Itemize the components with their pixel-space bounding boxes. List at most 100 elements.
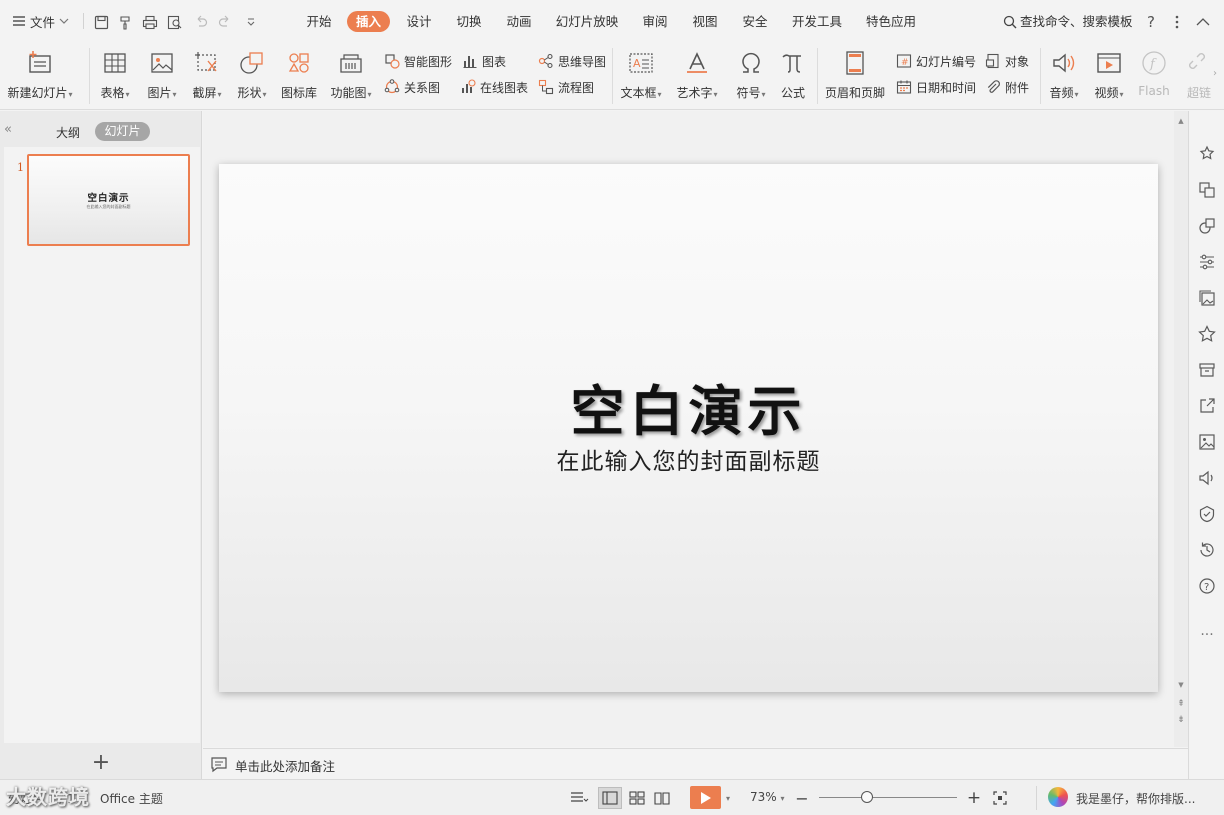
scroll-up-icon[interactable]: ▲ [1174, 117, 1188, 125]
more-options-icon[interactable]: ··· [1197, 625, 1217, 645]
table-icon [100, 48, 130, 78]
format-painter-icon[interactable] [116, 13, 134, 31]
smart-shape-button[interactable]: 智能图形 [384, 52, 452, 70]
shield-icon[interactable] [1197, 504, 1217, 524]
tab-slideshow[interactable]: 幻灯片放映 [552, 11, 622, 32]
tab-developer[interactable]: 开发工具 [788, 11, 846, 32]
flowchart-button[interactable]: 流程图 [538, 78, 594, 96]
ribbon-scroll-right-icon[interactable]: › [1213, 68, 1217, 79]
date-time-button[interactable]: 日期和时间 [896, 78, 976, 96]
zoom-slider-thumb[interactable] [861, 791, 874, 803]
zoom-out-icon[interactable]: − [793, 787, 811, 809]
collapse-ribbon-icon[interactable] [1193, 11, 1213, 32]
tab-design[interactable]: 设计 [400, 11, 438, 32]
notes-placeholder[interactable]: 单击此处添加备注 [235, 756, 335, 775]
pi-formula-icon [778, 48, 808, 78]
shape-button[interactable]: 形状▾ [233, 46, 271, 104]
save-icon[interactable] [92, 13, 110, 31]
notes-toggle-icon[interactable] [565, 787, 593, 809]
copy-format-icon[interactable] [1197, 180, 1217, 200]
history-icon[interactable] [1197, 540, 1217, 560]
previous-slide-icon[interactable]: ⇞ [1174, 699, 1188, 709]
picture-button[interactable]: 图片▾ [143, 46, 181, 104]
zoom-in-icon[interactable]: + [965, 787, 983, 809]
collapse-panel-icon[interactable]: « [4, 122, 12, 137]
file-menu-button[interactable]: 文件 [12, 11, 69, 31]
table-button[interactable]: 表格▾ [97, 46, 133, 104]
new-slide-button[interactable]: 新建幻灯片▾ [7, 46, 73, 104]
print-icon[interactable] [141, 13, 159, 31]
tab-transition[interactable]: 切换 [450, 11, 488, 32]
archive-box-icon[interactable] [1197, 360, 1217, 380]
flowchart-icon [538, 79, 554, 95]
slideshow-options-chevron-icon[interactable]: ▾ [722, 787, 734, 809]
hyperlink-button[interactable]: 超链 [1184, 46, 1214, 104]
chart-button[interactable]: 图表 [462, 52, 506, 70]
slide-subtitle[interactable]: 在此输入您的封面副标题 [219, 442, 1158, 476]
video-button[interactable]: 视频▾ [1090, 46, 1128, 104]
share-export-icon[interactable] [1197, 396, 1217, 416]
assistant-prompt[interactable]: 我是墨仔，帮你排版... [1076, 790, 1195, 807]
header-footer-button[interactable]: 页眉和页脚 [823, 46, 887, 104]
symbol-button[interactable]: 符号▾ [731, 46, 771, 104]
text-box-button[interactable]: A 文本框▾ [617, 46, 665, 104]
normal-view-icon[interactable] [598, 787, 622, 809]
tab-slides[interactable]: 幻灯片 [95, 122, 150, 141]
undo-icon[interactable] [192, 13, 210, 31]
tab-features[interactable]: 特色应用 [862, 11, 920, 32]
mind-map-button[interactable]: 思维导图 [538, 52, 606, 70]
adjust-sliders-icon[interactable] [1197, 252, 1217, 272]
flowchart-label: 流程图 [558, 80, 595, 95]
online-chart-button[interactable]: 在线图表 [460, 78, 528, 96]
slide-number-button[interactable]: # 幻灯片编号 [896, 52, 976, 70]
flash-button[interactable]: f Flash [1136, 46, 1172, 104]
icon-library-button[interactable]: 图标库 [278, 46, 320, 104]
tab-view[interactable]: 视图 [686, 11, 724, 32]
tab-review[interactable]: 审阅 [636, 11, 674, 32]
slide-sorter-icon[interactable] [625, 787, 649, 809]
fit-to-window-icon[interactable] [990, 787, 1010, 809]
screenshot-button[interactable]: 截屏▾ [188, 46, 226, 104]
audio-button[interactable]: 音频▾ [1045, 46, 1083, 104]
more-menu-icon[interactable] [1167, 11, 1187, 32]
play-slideshow-button[interactable] [690, 786, 721, 809]
attachment-button[interactable]: 附件 [985, 78, 1029, 96]
assistant-avatar-icon[interactable] [1048, 787, 1068, 807]
star-icon[interactable] [1197, 324, 1217, 344]
print-preview-icon[interactable] [166, 13, 184, 31]
relation-chart-label: 关系图 [404, 80, 441, 95]
help-icon[interactable]: ? [1141, 11, 1161, 32]
add-slide-button[interactable]: + [0, 745, 202, 779]
scroll-down-icon[interactable]: ▼ [1174, 681, 1188, 689]
reading-view-icon[interactable] [650, 787, 674, 809]
formula-button[interactable]: 公式 [777, 46, 809, 104]
word-art-button[interactable]: 艺术字▾ [673, 46, 721, 104]
svg-text:f: f [1149, 57, 1157, 72]
function-chart-button[interactable]: 功能图▾ [327, 46, 375, 104]
object-button[interactable]: 对象 [985, 52, 1029, 70]
relation-chart-button[interactable]: 关系图 [384, 78, 440, 96]
next-slide-icon[interactable]: ⇟ [1174, 715, 1188, 725]
sound-icon[interactable] [1197, 468, 1217, 488]
tab-home[interactable]: 开始 [300, 11, 338, 32]
customize-toolbar-icon[interactable] [242, 13, 260, 31]
tab-security[interactable]: 安全 [736, 11, 774, 32]
tab-outline[interactable]: 大纲 [56, 124, 80, 141]
slide-title[interactable]: 空白演示 [219, 367, 1158, 446]
image-gallery-icon[interactable] [1197, 288, 1217, 308]
notes-bar[interactable]: 单击此处添加备注 [203, 748, 1188, 779]
shapes-icon[interactable] [1197, 216, 1217, 236]
redo-icon[interactable] [216, 13, 234, 31]
slide[interactable]: 空白演示 在此输入您的封面副标题 [219, 164, 1158, 692]
magic-wand-icon[interactable] [1197, 144, 1217, 164]
slide-thumbnail[interactable]: 空白演示 在此输入您的封面副标题 [27, 154, 190, 246]
picture-icon[interactable] [1197, 432, 1217, 452]
command-search[interactable]: 查找命令、搜索模板 [1003, 11, 1133, 32]
tab-insert[interactable]: 插入 [347, 11, 390, 32]
vertical-scrollbar[interactable]: ▲ ▼ ⇞ ⇟ [1174, 111, 1188, 747]
zoom-slider-track[interactable] [819, 797, 957, 798]
screenshot-label: 截屏▾ [192, 86, 222, 100]
help-circle-icon[interactable]: ? [1197, 576, 1217, 596]
tab-animation[interactable]: 动画 [500, 11, 538, 32]
zoom-level[interactable]: 73% ▾ [750, 790, 785, 804]
